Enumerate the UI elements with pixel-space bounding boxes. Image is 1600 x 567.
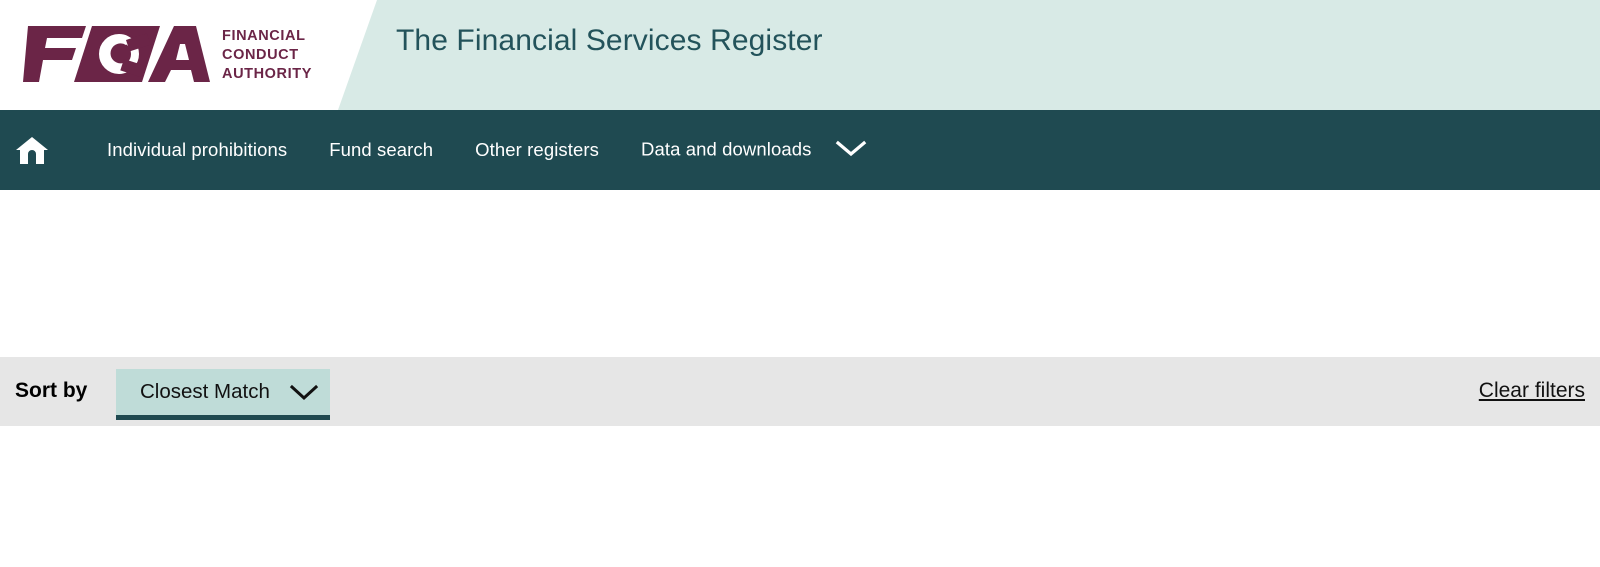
- logo-line-3: AUTHORITY: [222, 66, 312, 82]
- clear-filters-link[interactable]: Clear filters: [1479, 379, 1585, 403]
- home-icon[interactable]: [14, 130, 60, 170]
- nav-item-individual-prohibitions[interactable]: Individual prohibitions: [107, 139, 287, 161]
- search-form: Enter a name or reference number FD FINA…: [0, 190, 1600, 507]
- sort-by-label: Sort by: [15, 379, 88, 402]
- fca-logo-mark: FINANCIAL CONDUCT AUTHORITY: [23, 26, 312, 82]
- nav-item-other-registers[interactable]: Other registers: [475, 139, 599, 161]
- sort-by-dropdown[interactable]: Closest Match: [116, 369, 330, 420]
- results-area: Unfortunately, we didn't find any result…: [0, 426, 1600, 567]
- logo-line-1: FINANCIAL: [222, 28, 306, 44]
- nav-item-data-and-downloads-label: Data and downloads: [641, 137, 812, 159]
- main-navigation: Individual prohibitions Fund search Othe…: [0, 110, 1600, 190]
- page-header: FINANCIAL CONDUCT AUTHORITY The Financia…: [0, 0, 1600, 110]
- chevron-down-glyph: [289, 384, 319, 401]
- chevron-down-glyph: [835, 140, 867, 156]
- chevron-down-icon: [288, 382, 320, 402]
- nav-item-data-and-downloads[interactable]: Data and downloads: [641, 138, 868, 163]
- nav-item-fund-search[interactable]: Fund search: [329, 139, 433, 161]
- page-title: The Financial Services Register: [396, 24, 823, 57]
- logo-line-2: CONDUCT: [222, 47, 299, 63]
- home-icon-glyph: [16, 137, 48, 164]
- sort-by-dropdown-value: Closest Match: [140, 380, 270, 403]
- fca-logo[interactable]: FINANCIAL CONDUCT AUTHORITY: [14, 14, 314, 94]
- sort-filter-bar: Sort by Closest Match Clear filters: [0, 357, 1600, 426]
- chevron-down-icon[interactable]: [834, 138, 868, 163]
